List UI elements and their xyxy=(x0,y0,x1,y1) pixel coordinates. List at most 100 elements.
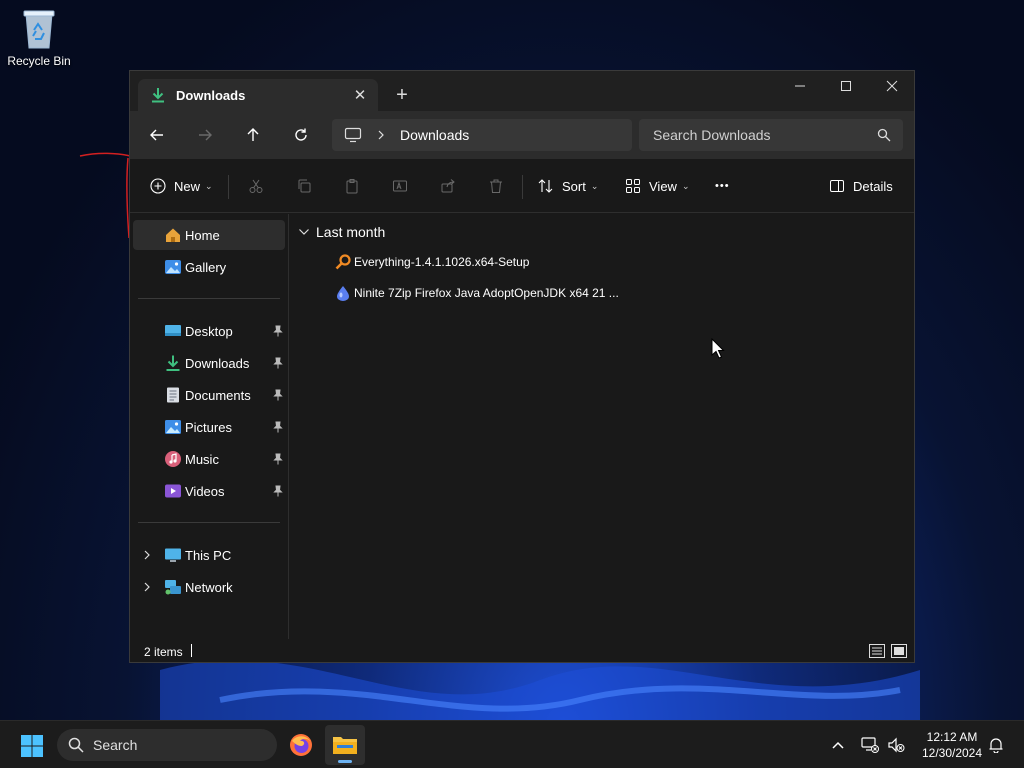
pin-icon[interactable] xyxy=(273,389,283,401)
forward-button[interactable] xyxy=(190,121,220,149)
breadcrumb-downloads[interactable]: Downloads xyxy=(400,127,469,143)
sort-button[interactable]: Sort ⌄ xyxy=(538,172,598,200)
share-button[interactable] xyxy=(436,174,460,198)
clock-date: 12/30/2024 xyxy=(921,746,983,760)
sidebar-item-music[interactable]: Music xyxy=(133,444,285,474)
sidebar-item-documents[interactable]: Documents xyxy=(133,380,285,410)
more-options-button[interactable]: ••• xyxy=(715,172,730,200)
pin-icon[interactable] xyxy=(273,453,283,465)
sidebar-item-home[interactable]: Home xyxy=(133,220,285,250)
status-bar: 2 items xyxy=(130,639,914,662)
sidebar-item-pictures[interactable]: Pictures xyxy=(133,412,285,442)
ninite-app-icon xyxy=(337,286,349,301)
new-tab-button[interactable]: + xyxy=(388,83,416,107)
search-icon xyxy=(68,737,84,753)
tab-downloads[interactable]: Downloads ✕ xyxy=(138,79,378,111)
pin-icon[interactable] xyxy=(273,421,283,433)
network-disconnected-icon xyxy=(861,737,879,753)
documents-folder-icon xyxy=(167,387,179,403)
minimize-icon xyxy=(795,85,805,87)
new-button[interactable]: New ⌄ xyxy=(150,172,213,200)
sidebar-item-label: Documents xyxy=(185,387,251,403)
back-button[interactable] xyxy=(142,121,172,149)
pin-icon[interactable] xyxy=(273,485,283,497)
sidebar-item-label: Desktop xyxy=(185,323,233,339)
chevron-down-icon: ⌄ xyxy=(590,180,599,191)
cut-button[interactable] xyxy=(244,174,268,198)
sidebar-item-network[interactable]: Network xyxy=(133,572,285,602)
firefox-taskbar-button[interactable] xyxy=(281,725,321,765)
new-button-label: New xyxy=(174,178,201,194)
copy-icon xyxy=(298,179,311,193)
view-grid-icon xyxy=(626,179,640,193)
firefox-icon xyxy=(290,734,312,756)
toolbar-divider xyxy=(522,175,523,199)
details-view-icon[interactable] xyxy=(869,643,885,659)
chevron-right-icon[interactable] xyxy=(376,129,386,141)
view-button[interactable]: View ⌄ xyxy=(625,172,690,200)
file-explorer-window: Downloads ✕ + Downloads Search Downloads… xyxy=(129,70,915,663)
navigation-bar: Downloads xyxy=(130,111,914,159)
large-icons-view-icon[interactable] xyxy=(891,643,907,659)
pin-icon[interactable] xyxy=(273,325,283,337)
taskbar-search-box[interactable]: Search xyxy=(57,729,277,761)
mouse-cursor-icon xyxy=(711,338,725,359)
copy-button[interactable] xyxy=(292,174,316,198)
sidebar-item-label: This PC xyxy=(185,547,232,563)
maximize-button[interactable] xyxy=(823,71,869,101)
delete-button[interactable] xyxy=(484,174,508,198)
group-header-last-month[interactable]: Last month xyxy=(298,224,385,240)
recycle-bin-label: Recycle Bin xyxy=(7,54,71,68)
volume-button[interactable] xyxy=(886,735,906,755)
details-button-label: Details xyxy=(853,178,893,194)
chevron-up-icon xyxy=(832,741,844,749)
pin-icon[interactable] xyxy=(273,357,283,369)
home-icon xyxy=(166,228,180,242)
chevron-right-icon[interactable] xyxy=(143,549,151,561)
rename-button[interactable] xyxy=(388,174,412,198)
sidebar-item-downloads[interactable]: Downloads xyxy=(133,348,285,378)
sidebar-divider xyxy=(138,298,280,299)
file-list: Last month Everything-1.4.1.1026.x64-Set… xyxy=(290,214,914,639)
show-hidden-icons-button[interactable] xyxy=(828,735,848,755)
arrow-right-icon xyxy=(199,129,212,141)
network-status-button[interactable] xyxy=(860,735,880,755)
close-tab-button[interactable]: ✕ xyxy=(346,81,374,109)
sort-button-label: Sort xyxy=(562,178,586,194)
bell-icon xyxy=(989,738,1003,753)
up-button[interactable] xyxy=(238,121,268,149)
list-item[interactable]: Ninite 7Zip Firefox Java AdoptOpenJDK x6… xyxy=(335,281,619,305)
group-header-label: Last month xyxy=(316,224,386,240)
pictures-folder-icon xyxy=(165,420,181,434)
search-box[interactable] xyxy=(639,119,903,151)
search-input[interactable] xyxy=(653,127,863,143)
music-folder-icon xyxy=(165,451,181,467)
minimize-button[interactable] xyxy=(777,71,823,101)
sidebar-item-gallery[interactable]: Gallery xyxy=(133,252,285,282)
file-explorer-taskbar-button[interactable] xyxy=(325,725,365,765)
sidebar-item-videos[interactable]: Videos xyxy=(133,476,285,506)
sidebar-item-this-pc[interactable]: This PC xyxy=(133,540,285,570)
sidebar-item-label: Home xyxy=(185,227,220,243)
windows-start-icon[interactable] xyxy=(20,734,44,758)
paste-button[interactable] xyxy=(340,174,364,198)
arrow-left-icon xyxy=(150,129,163,141)
file-name: Everything-1.4.1.1026.x64-Setup xyxy=(354,255,530,269)
sidebar-item-label: Network xyxy=(185,579,233,595)
close-window-button[interactable] xyxy=(869,71,914,101)
active-app-indicator xyxy=(338,760,352,763)
details-button[interactable]: Details xyxy=(829,172,893,200)
sidebar-item-desktop[interactable]: Desktop xyxy=(133,316,285,346)
taskbar-clock[interactable]: 12:12 AM 12/30/2024 xyxy=(916,729,988,761)
chevron-right-icon[interactable] xyxy=(143,581,151,593)
chevron-down-icon: ⌄ xyxy=(681,180,690,191)
file-explorer-icon xyxy=(333,737,357,754)
recycle-bin-desktop-icon[interactable]: Recycle Bin xyxy=(6,8,72,68)
address-bar[interactable]: Downloads xyxy=(332,119,632,151)
list-item[interactable]: Everything-1.4.1.1026.x64-Setup xyxy=(335,250,529,274)
chevron-down-icon xyxy=(299,229,309,235)
view-button-label: View xyxy=(649,178,677,194)
desktop-folder-icon xyxy=(165,325,181,336)
notifications-button[interactable] xyxy=(986,735,1006,755)
refresh-button[interactable] xyxy=(286,121,316,149)
